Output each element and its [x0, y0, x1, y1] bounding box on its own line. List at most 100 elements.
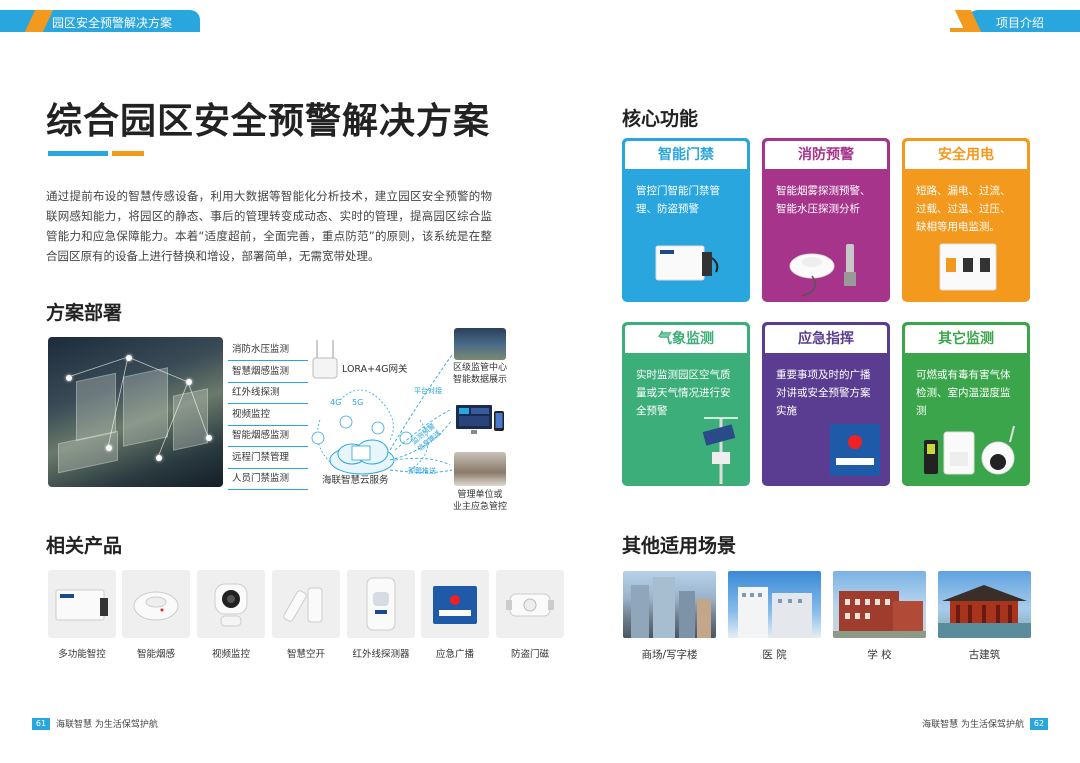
product-image-smoke [122, 570, 190, 638]
dashboard-monitor-icon [456, 405, 504, 434]
title-underline-blue [48, 151, 108, 156]
feature-card-fire: 消防预警 智能烟雾探测预警、智能水压探测分析 [762, 138, 890, 302]
feature-card-title: 其它监测 [905, 325, 1027, 353]
product-image-camera [197, 570, 265, 638]
left-header-title: 园区安全预警解决方案 [52, 16, 173, 30]
scene-image-ancient [938, 571, 1031, 638]
deploy-heading: 方案部署 [46, 302, 123, 324]
gateway-router-icon [312, 340, 338, 379]
sensor-marker-icon [126, 355, 132, 361]
access-device-icon [655, 245, 719, 281]
product-image-controller [48, 570, 116, 638]
camera-icon [214, 583, 248, 627]
manager-caption: 管理单位或 业主应急管控 [440, 489, 520, 513]
network-5g-label: 5G [352, 398, 364, 407]
caption-line: 智能数据展示 [452, 375, 507, 385]
caption-line: 业主应急管控 [452, 502, 507, 512]
weather-station-icon [702, 417, 738, 484]
sensor-marker-icon [206, 435, 212, 441]
deploy-label: 人员门禁监测 [228, 469, 308, 490]
products-heading: 相关产品 [46, 535, 123, 557]
right-header-tab: 项目介绍 [968, 10, 1080, 32]
product-image-infrared [347, 570, 415, 638]
ancient-building-illustration [938, 585, 1031, 638]
manager-person-image [454, 452, 506, 486]
feature-card-title: 智能门禁 [625, 141, 747, 169]
deploy-label: 智能烟感监测 [228, 426, 308, 447]
scene-label: 商场/写字楼 [641, 649, 698, 661]
emergency-broadcast-icon [433, 586, 477, 624]
feature-card-title: 气象监测 [625, 325, 747, 353]
feature-card-emergency: 应急指挥 重要事项及时的广播对讲或安全预警方案实施 [762, 322, 890, 486]
feature-card-title: 消防预警 [765, 141, 887, 169]
core-functions-heading: 核心功能 [622, 108, 699, 130]
sensor-marker-icon [156, 455, 162, 461]
sensor-marker-icon [106, 445, 112, 451]
caption-line: 管理单位或 [457, 490, 503, 500]
scene-image-school [833, 571, 926, 638]
control-center-caption: 区级监管中心 智能数据展示 [440, 362, 520, 386]
product-image-broadcast [421, 570, 489, 638]
emergency-call-icon [830, 424, 880, 476]
door-magnet-icon [506, 593, 554, 617]
scenes-heading: 其他适用场景 [622, 535, 737, 557]
feature-card-title: 安全用电 [905, 141, 1027, 169]
caption-line: 区级监管中心 [452, 363, 507, 373]
product-label: 红外线探测器 [352, 649, 410, 660]
feature-card-electric: 安全用电 短路、漏电、过流、过载、过温、过压、缺相等用电监测。 [902, 138, 1030, 302]
monitor-phone-image [454, 403, 506, 437]
smoke-detector-icon [133, 591, 179, 621]
park-aerial-image [48, 337, 223, 487]
page-number-right: 62 [1030, 718, 1048, 730]
deploy-label: 消防水压监测 [228, 340, 308, 361]
top-bar: 园区安全预警解决方案 项目介绍 [0, 0, 1080, 32]
deploy-label: 红外线探测 [228, 383, 308, 404]
product-label: 应急广播 [435, 649, 474, 660]
intro-paragraph: 通过提前布设的智慧传感设备，利用大数据等智能化分析技术，建立园区安全预警的物联网… [46, 189, 492, 263]
fire-sensor-icon [789, 244, 856, 297]
deploy-label: 智慧烟感监测 [228, 362, 308, 383]
deploy-label: 视频监控 [228, 405, 308, 426]
page-title: 综合园区安全预警解决方案 [46, 100, 491, 142]
feature-card-text: 可燃或有毒有害气体检测、室内温湿度监测 [916, 369, 1011, 417]
school-building-illustration [833, 591, 926, 638]
feature-card-text: 重要事项及时的广播对讲或安全预警方案实施 [776, 369, 871, 417]
feature-card-other: 其它监测 可燃或有毒有害气体检测、室内温湿度监测 [902, 322, 1030, 486]
product-image-switch [272, 570, 340, 638]
scene-label: 古建筑 [968, 649, 1001, 661]
scene-image-hospital [728, 571, 821, 638]
feature-card-text: 智能烟雾探测预警、智能水压探测分析 [776, 185, 871, 215]
feature-card-access: 智能门禁 管控门智能门禁管理、防盗预警 [622, 138, 750, 302]
product-label: 智能烟感 [136, 649, 175, 660]
deploy-sensor-list: 消防水压监测 智慧烟感监测 红外线探测 视频监控 智能烟感监测 远程门禁管理 人… [228, 340, 308, 491]
gas-detector-camera-icon [924, 425, 1015, 475]
hospital-building-illustration [738, 587, 812, 638]
scene-label: 医 院 [762, 649, 787, 661]
door-sensor-icon [283, 587, 323, 623]
deploy-label: 远程门禁管理 [228, 448, 308, 469]
product-image-doorlock [496, 570, 564, 638]
scene-label: 学 校 [867, 649, 892, 661]
feature-card-text: 管控门智能门禁管理、防盗预警 [636, 185, 720, 215]
product-label: 智慧空开 [286, 649, 325, 660]
controller-device-icon [55, 589, 108, 621]
office-towers-illustration [631, 577, 711, 638]
feature-card-weather: 气象监测 实时监测园区空气质量或天气情况进行安全预警 [622, 322, 750, 486]
feature-card-text: 短路、漏电、过流、过载、过温、过压、缺相等用电监测。 [916, 185, 1011, 233]
sensor-marker-icon [186, 379, 192, 385]
footer-slogan-right: 海联智慧 为生活保驾护航 [922, 720, 1024, 730]
page-number-left: 61 [32, 718, 50, 730]
circuit-breaker-icon [939, 243, 997, 291]
title-underline-orange [112, 151, 144, 156]
control-center-image [454, 328, 506, 360]
footer-slogan-left: 海联智慧 为生活保驾护航 [56, 720, 158, 730]
product-label: 多功能智控 [58, 649, 106, 660]
sensor-link-lines [67, 356, 209, 458]
link-label-platform: 平台对接 [414, 387, 442, 395]
cloud-service-label: 海联智慧云服务 [322, 475, 389, 486]
scene-image-mall [623, 571, 716, 638]
feature-card-title: 应急指挥 [765, 325, 887, 353]
product-label: 防盗门磁 [510, 649, 549, 660]
link-label-alert: 预警推送 [408, 467, 436, 475]
sensor-marker-icon [66, 375, 72, 381]
